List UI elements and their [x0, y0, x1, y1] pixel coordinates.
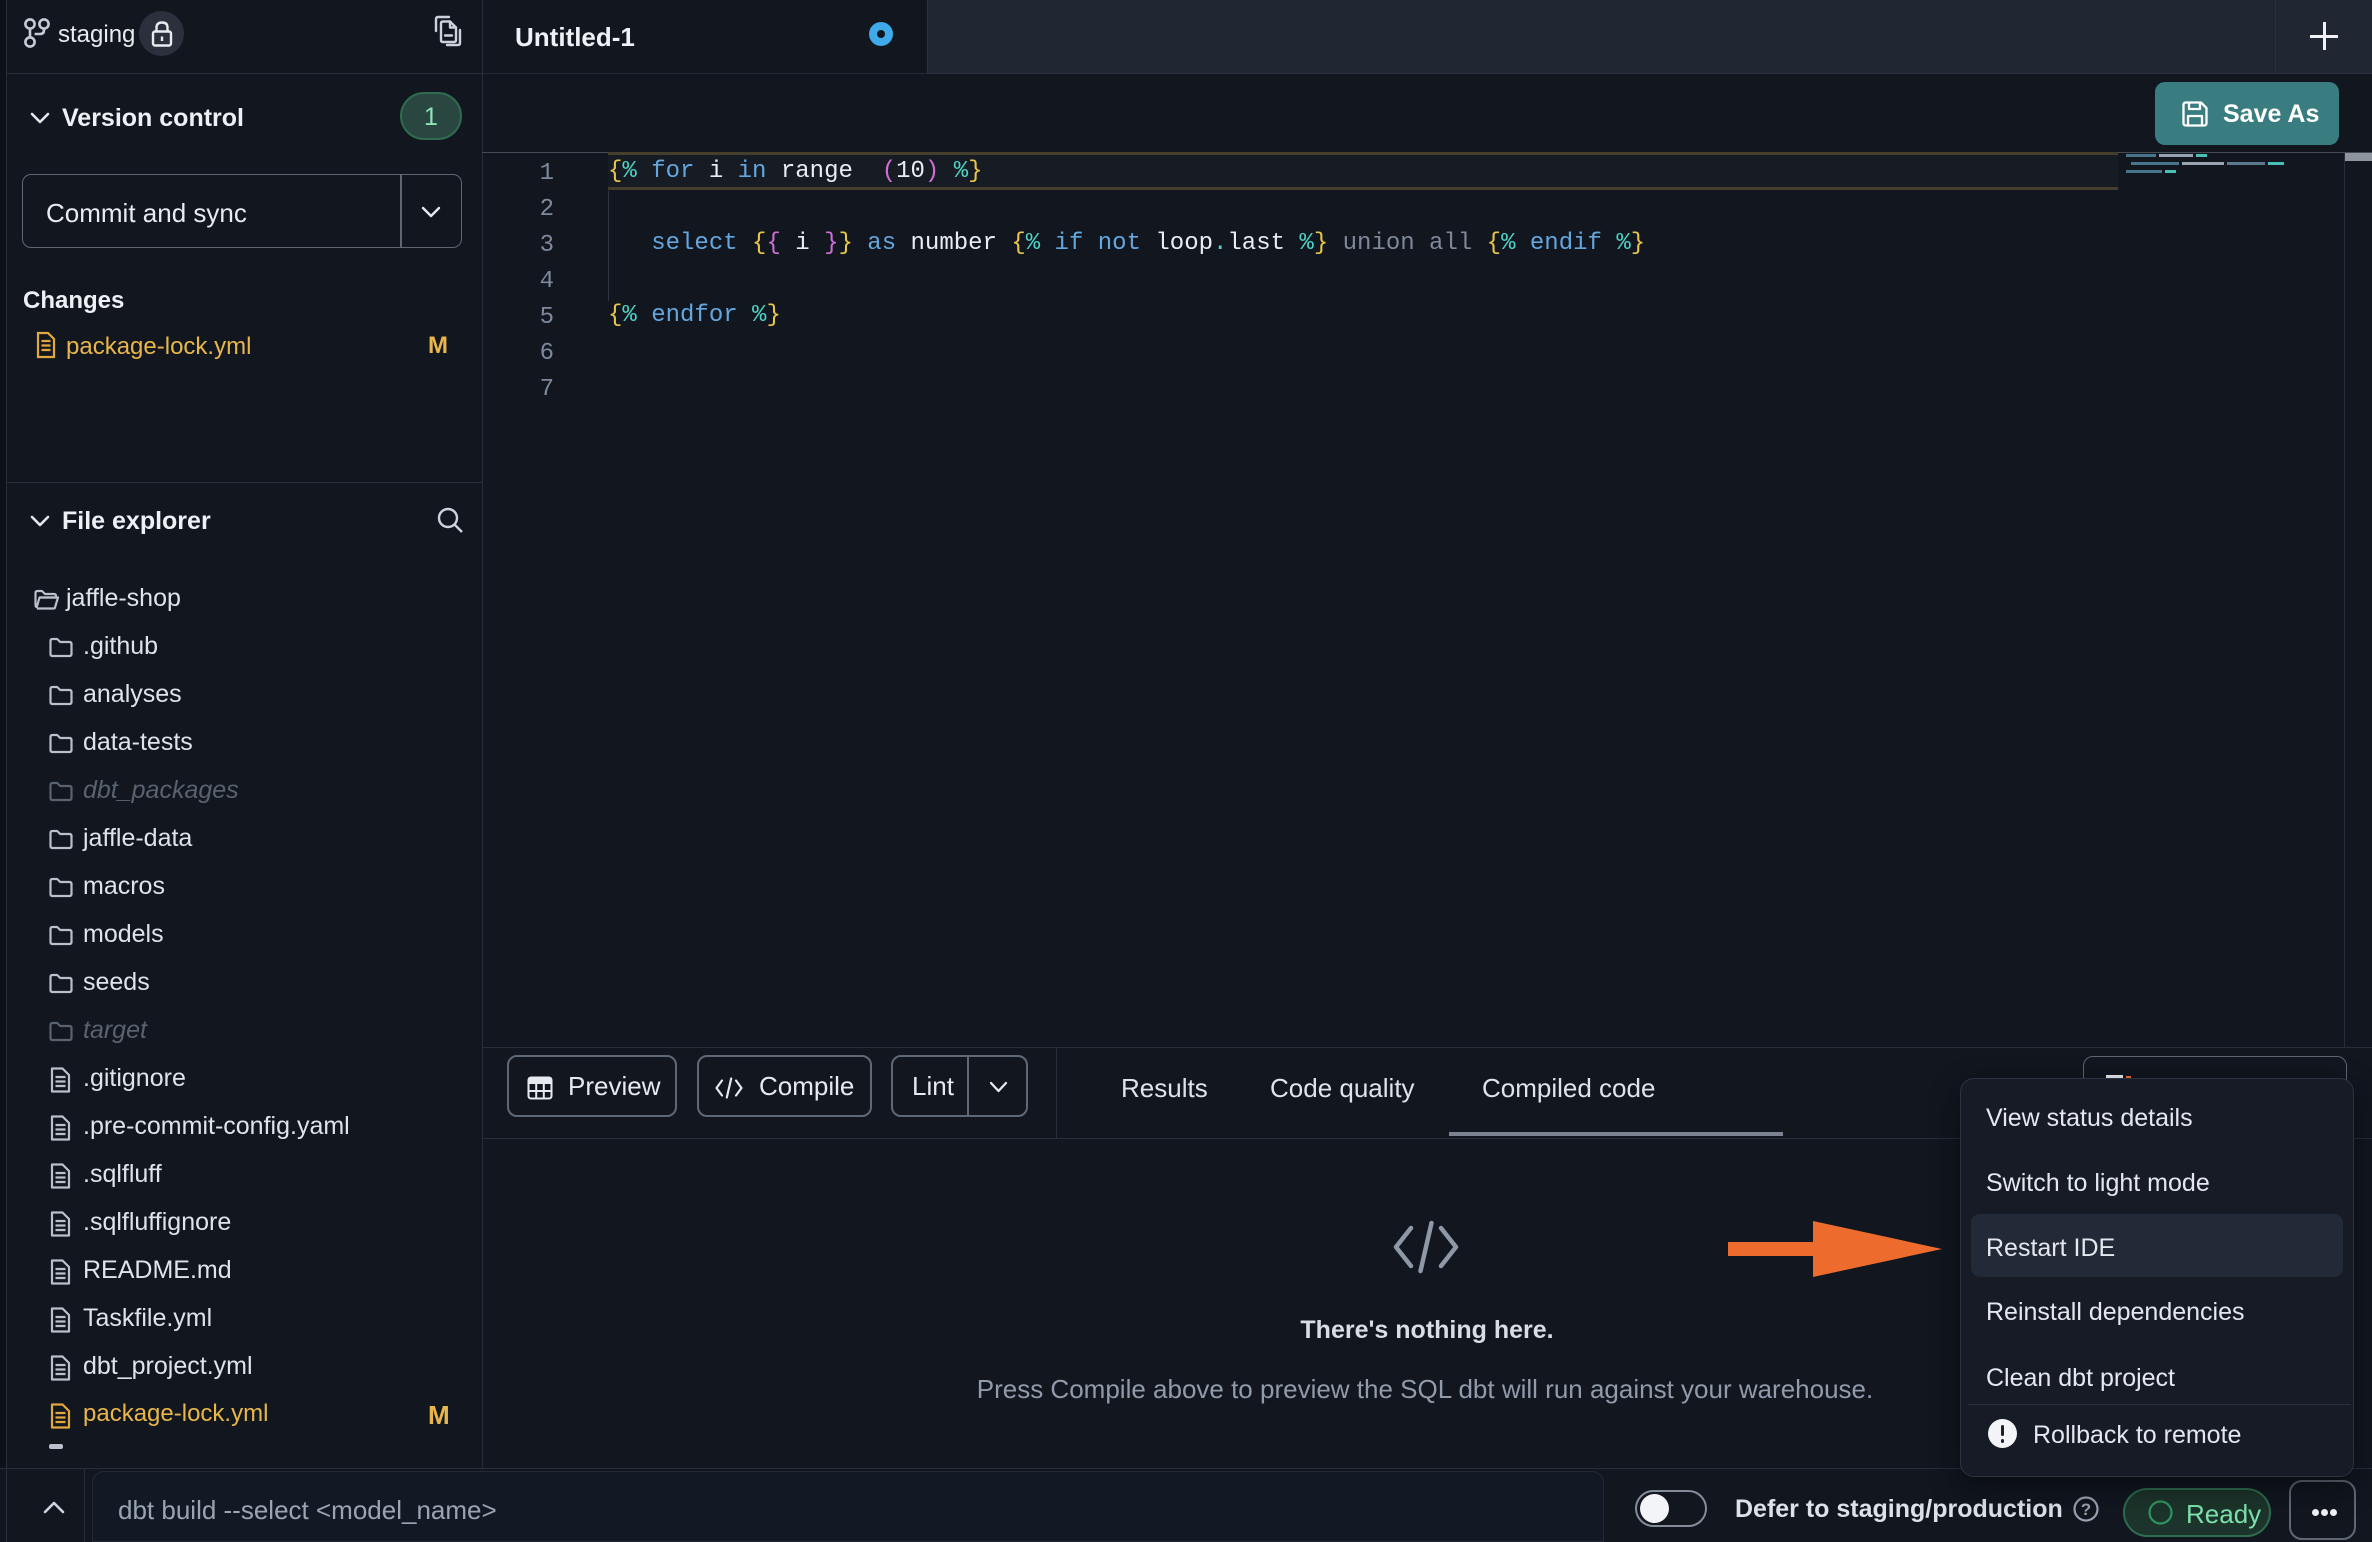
svg-text:?: ? [2081, 1500, 2091, 1519]
